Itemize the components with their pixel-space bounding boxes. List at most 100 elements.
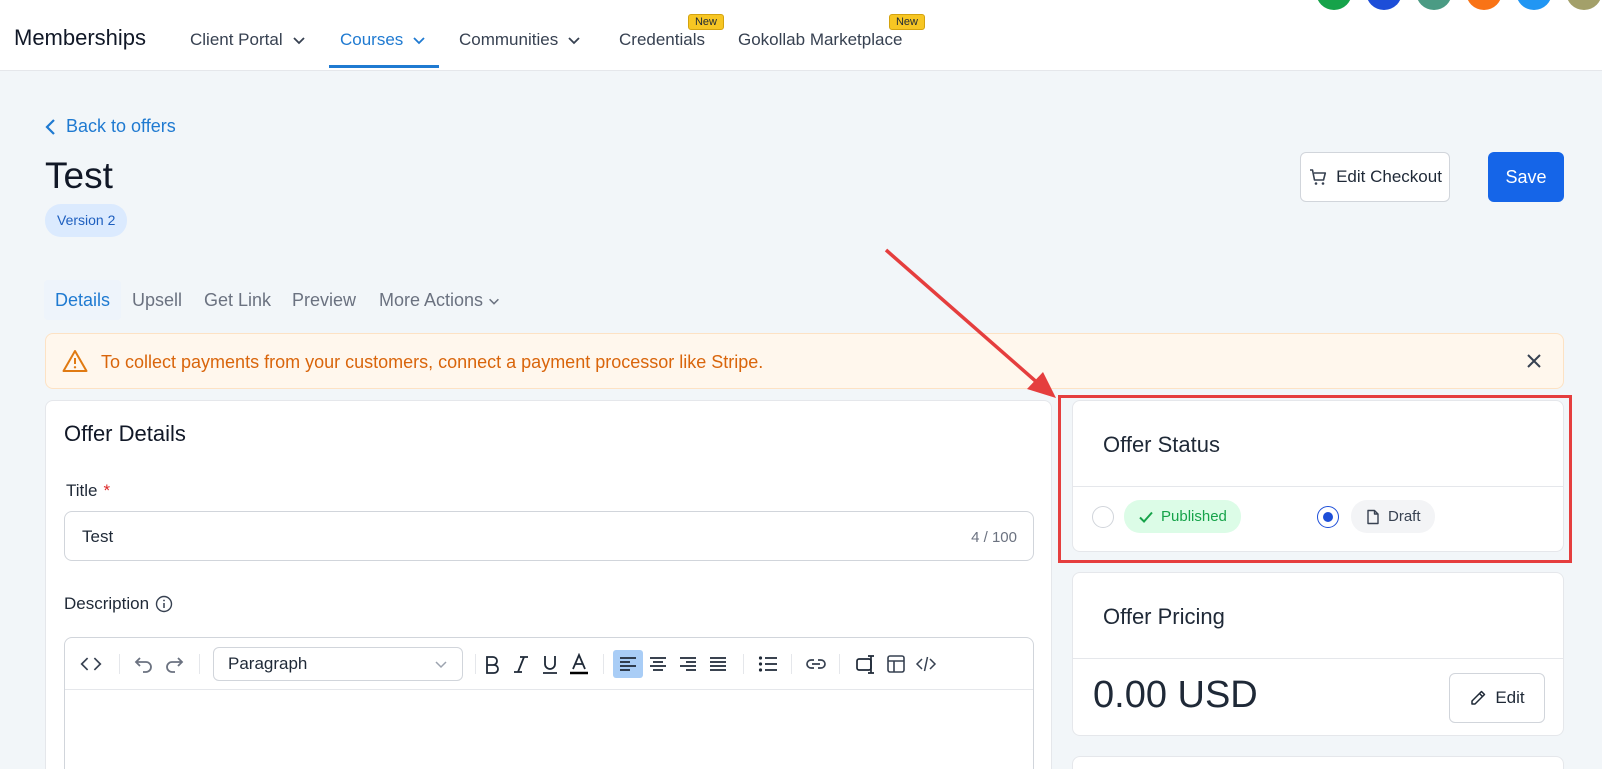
tab-details[interactable]: Details (55, 290, 110, 311)
code-icon (80, 657, 102, 671)
card-divider (1073, 486, 1563, 487)
toolbar-divider (603, 654, 604, 674)
avatar[interactable] (1416, 0, 1452, 10)
html-source-button[interactable] (913, 650, 939, 678)
nav-communities[interactable]: Communities (459, 30, 582, 50)
tab-preview[interactable]: Preview (292, 290, 356, 311)
paragraph-format-select[interactable]: Paragraph (213, 647, 463, 681)
chevron-down-icon (413, 37, 425, 45)
bullet-list-button[interactable] (755, 650, 781, 678)
chevron-down-icon (568, 37, 580, 45)
nav-credentials[interactable]: Credentials (619, 30, 705, 50)
nav-marketplace[interactable]: Gokollab Marketplace (738, 30, 902, 50)
nav-client-portal-label: Client Portal (190, 30, 283, 49)
text-color-icon (570, 653, 588, 675)
draft-radio[interactable] (1317, 506, 1339, 528)
top-nav: Memberships Client Portal Courses Commun… (0, 0, 1602, 71)
table-button[interactable] (883, 650, 909, 678)
link-button[interactable] (803, 650, 829, 678)
check-icon (1139, 511, 1153, 523)
chevron-down-icon (435, 661, 447, 669)
published-status-pill[interactable]: Published (1124, 500, 1241, 533)
avatar[interactable] (1516, 0, 1552, 10)
code-view-button[interactable] (75, 650, 107, 678)
payment-warning-alert: To collect payments from your customers,… (45, 333, 1564, 389)
back-to-offers-link[interactable]: Back to offers (44, 116, 176, 137)
active-nav-indicator (329, 65, 439, 68)
toolbar-divider (743, 654, 744, 674)
underline-icon (543, 656, 557, 674)
info-icon[interactable] (155, 595, 173, 613)
nav-marketplace-label: Gokollab Marketplace (738, 30, 903, 49)
link-icon (806, 659, 826, 669)
nav-client-portal[interactable]: Client Portal (190, 30, 307, 50)
required-marker: * (103, 481, 111, 500)
offer-details-heading: Offer Details (64, 421, 186, 446)
italic-button[interactable] (508, 650, 534, 678)
warning-icon (62, 350, 88, 372)
redo-button[interactable] (161, 650, 187, 678)
edit-checkout-label: Edit Checkout (1336, 167, 1442, 186)
bullet-list-icon (758, 656, 777, 672)
tab-upsell[interactable]: Upsell (132, 290, 182, 311)
tab-more-actions[interactable]: More Actions (379, 290, 501, 311)
editor-toolbar: Paragraph (65, 638, 1033, 690)
italic-icon (514, 656, 528, 673)
align-left-button[interactable] (613, 650, 643, 678)
cart-icon (1310, 169, 1327, 185)
chevron-down-icon (489, 298, 499, 305)
text-color-button[interactable] (566, 650, 592, 678)
table-icon (887, 655, 905, 673)
nav-credentials-label: Credentials (619, 30, 705, 49)
document-icon (1367, 509, 1379, 524)
offer-price: 0.00 USD (1093, 674, 1258, 716)
offer-status-card: Offer Status Published Draft (1072, 400, 1564, 552)
embed-button[interactable] (853, 650, 879, 678)
bold-button[interactable] (479, 650, 505, 678)
description-label: Description (64, 594, 173, 614)
title-input[interactable]: Test 4 / 100 (64, 511, 1034, 561)
chevron-down-icon (292, 37, 305, 45)
offer-details-card: Offer Details Title * Test 4 / 100 Descri… (45, 400, 1052, 769)
undo-icon (134, 657, 152, 673)
close-icon[interactable] (1523, 350, 1545, 372)
published-radio[interactable] (1092, 506, 1114, 528)
nav-courses-label: Courses (340, 30, 404, 49)
title-label-text: Title (66, 481, 98, 500)
description-label-text: Description (64, 594, 150, 613)
tab-more-actions-label: More Actions (379, 290, 484, 310)
align-right-icon (680, 657, 696, 671)
redo-icon (166, 657, 184, 673)
character-counter: 4 / 100 (971, 529, 1017, 546)
offer-status-heading: Offer Status (1103, 432, 1220, 457)
edit-checkout-button[interactable]: Edit Checkout (1300, 152, 1450, 202)
toolbar-divider (475, 654, 476, 674)
undo-button[interactable] (131, 650, 157, 678)
next-card (1072, 756, 1564, 769)
avatar[interactable] (1316, 0, 1352, 10)
save-button[interactable]: Save (1488, 152, 1564, 202)
alert-message: To collect payments from your customers,… (101, 352, 764, 372)
align-right-button[interactable] (675, 650, 701, 678)
edit-pricing-button[interactable]: Edit (1449, 673, 1545, 723)
avatar[interactable] (1366, 0, 1402, 10)
title-input-value: Test (82, 527, 114, 546)
published-label: Published (1161, 508, 1227, 525)
avatar[interactable] (1566, 0, 1602, 10)
page-title: Test (45, 155, 113, 196)
nav-courses[interactable]: Courses (340, 30, 427, 50)
offer-pricing-card: Offer Pricing 0.00 USD Edit (1072, 572, 1564, 736)
back-link-label: Back to offers (66, 116, 176, 136)
justify-button[interactable] (705, 650, 731, 678)
nav-communities-label: Communities (459, 30, 559, 49)
description-editor[interactable]: Paragraph (64, 637, 1034, 769)
card-divider (1073, 658, 1563, 659)
new-badge: New (688, 14, 724, 30)
draft-label: Draft (1388, 508, 1421, 525)
tab-get-link[interactable]: Get Link (204, 290, 271, 311)
underline-button[interactable] (537, 650, 563, 678)
edit-pricing-label: Edit (1495, 688, 1525, 707)
avatar[interactable] (1466, 0, 1502, 10)
draft-status-pill[interactable]: Draft (1351, 500, 1435, 533)
align-center-button[interactable] (645, 650, 671, 678)
